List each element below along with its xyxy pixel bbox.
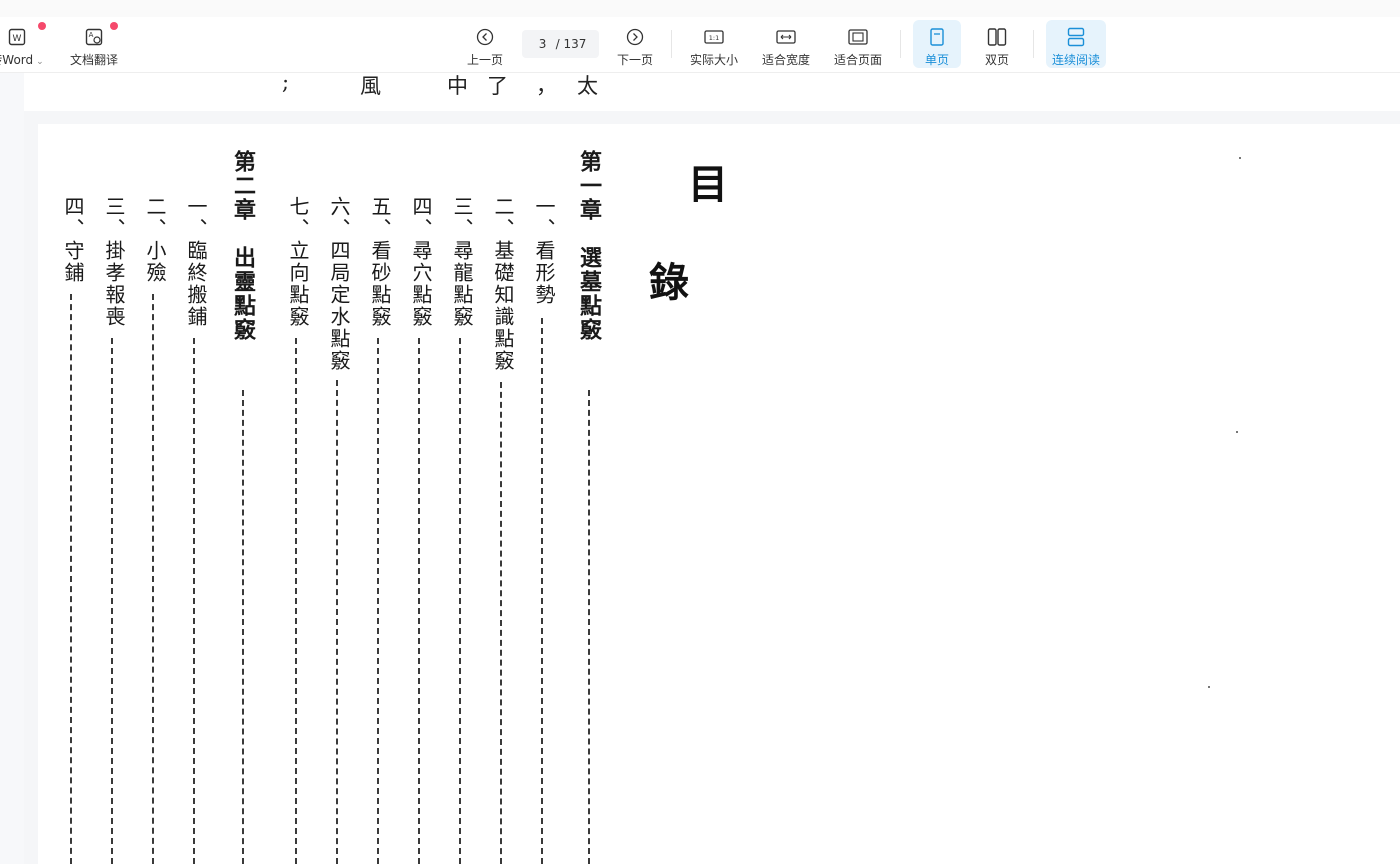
prev-page-char: ; [282, 70, 290, 94]
current-page-input[interactable] [531, 37, 554, 51]
fit-width-label: 适合宽度 [761, 53, 810, 67]
actual-size-label: 实际大小 [689, 53, 738, 67]
word-icon: W [8, 26, 26, 48]
total-pages: / 137 [555, 37, 587, 51]
toc-entry[interactable]: 二、基礎知識點竅 [489, 196, 518, 372]
dotted-leader [111, 338, 113, 864]
actual-size-button[interactable]: 1:1 实际大小 [685, 20, 743, 68]
prev-page-char: ， [536, 74, 557, 98]
dotted-leader [295, 338, 297, 864]
toc-entry[interactable]: 五、看砂點竅 [366, 196, 395, 328]
top-toolbar: W 转Word⌄ A 文档翻译 上一页 / 137 下一页 1:1 实际大小 [0, 0, 1400, 73]
continuous-read-button[interactable]: 连续阅读 [1046, 20, 1106, 68]
translate-icon: A [85, 26, 103, 48]
dotted-leader [588, 390, 590, 864]
prev-page-label: 上一页 [466, 53, 503, 67]
toolbar-divider-2 [900, 30, 901, 58]
scan-speck [1239, 157, 1241, 159]
dotted-leader [70, 294, 72, 864]
svg-text:1:1: 1:1 [709, 34, 719, 42]
single-page-label: 单页 [924, 53, 949, 67]
dotted-leader [459, 338, 461, 864]
continuous-read-icon [1067, 26, 1085, 48]
scan-speck [1208, 686, 1210, 688]
dotted-leader [152, 294, 154, 864]
toc-entry[interactable]: 三、掛孝報喪 [100, 196, 129, 328]
single-page-button[interactable]: 单页 [913, 20, 961, 68]
toc-title-top: 目 [688, 161, 728, 208]
prev-page-button[interactable]: 上一页 [462, 20, 508, 68]
next-page-button[interactable]: 下一页 [612, 20, 658, 68]
actual-size-icon: 1:1 [704, 26, 724, 48]
chapter-heading: 第一章 選墓點竅 [576, 150, 602, 342]
fit-page-label: 适合页面 [833, 53, 882, 67]
left-gutter [0, 72, 24, 864]
fit-width-button[interactable]: 适合宽度 [757, 20, 815, 68]
chevron-down-icon: ⌄ [36, 57, 44, 67]
dotted-leader [242, 390, 244, 864]
double-page-icon [987, 26, 1007, 48]
svg-text:W: W [13, 34, 22, 44]
next-page-label: 下一页 [616, 53, 653, 67]
new-badge-dot [38, 22, 46, 30]
toolbar-divider [671, 30, 672, 58]
toc-entry[interactable]: 二、小殮 [141, 196, 170, 284]
translate-label: 文档翻译 [69, 53, 118, 67]
toolbar-top-strip [0, 0, 1400, 17]
chapter-heading: 第二章 出靈點竅 [230, 150, 256, 342]
toc-entry[interactable]: 七、立向點竅 [284, 196, 313, 328]
chevron-right-circle-icon [626, 26, 644, 48]
toc-title-bottom: 錄 [649, 259, 689, 306]
toc-entry[interactable]: 一、看形勢 [530, 196, 559, 306]
dotted-leader [418, 338, 420, 864]
prev-page-char: 了 [487, 74, 508, 98]
prev-page-char: 太 [577, 74, 598, 98]
svg-text:A: A [89, 31, 94, 39]
toolbar-divider-3 [1033, 30, 1034, 58]
new-badge-dot-2 [110, 22, 118, 30]
fit-page-button[interactable]: 适合页面 [829, 20, 887, 68]
dotted-leader [500, 382, 502, 864]
double-page-button[interactable]: 双页 [973, 20, 1021, 68]
double-page-label: 双页 [984, 53, 1009, 67]
dotted-leader [336, 380, 338, 864]
prev-page-char: 中 [447, 74, 468, 98]
toc-entry[interactable]: 三、尋龍點竅 [448, 196, 477, 328]
single-page-icon [929, 26, 945, 48]
scan-speck [1236, 431, 1238, 433]
chevron-left-circle-icon [476, 26, 494, 48]
dotted-leader [541, 318, 543, 864]
dotted-leader [193, 338, 195, 864]
fit-page-icon [848, 26, 868, 48]
prev-page-char: 風 [360, 74, 381, 98]
page-indicator: / 137 [522, 30, 599, 58]
continuous-read-label: 连续阅读 [1051, 53, 1100, 67]
dotted-leader [377, 338, 379, 864]
to-word-label: 转Word [0, 53, 34, 67]
toc-entry[interactable]: 四、尋穴點竅 [407, 196, 436, 328]
document-page: 目 錄 第一章 選墓點竅 一、看形勢 二、基礎知識點竅 三、尋龍點竅 四、尋穴點… [38, 124, 1400, 864]
toc-entry[interactable]: 四、守鋪 [59, 196, 88, 284]
toc-entry[interactable]: 一、臨終搬鋪 [182, 196, 211, 328]
fit-width-icon [776, 26, 796, 48]
toc-entry[interactable]: 六、四局定水點竅 [325, 196, 354, 372]
